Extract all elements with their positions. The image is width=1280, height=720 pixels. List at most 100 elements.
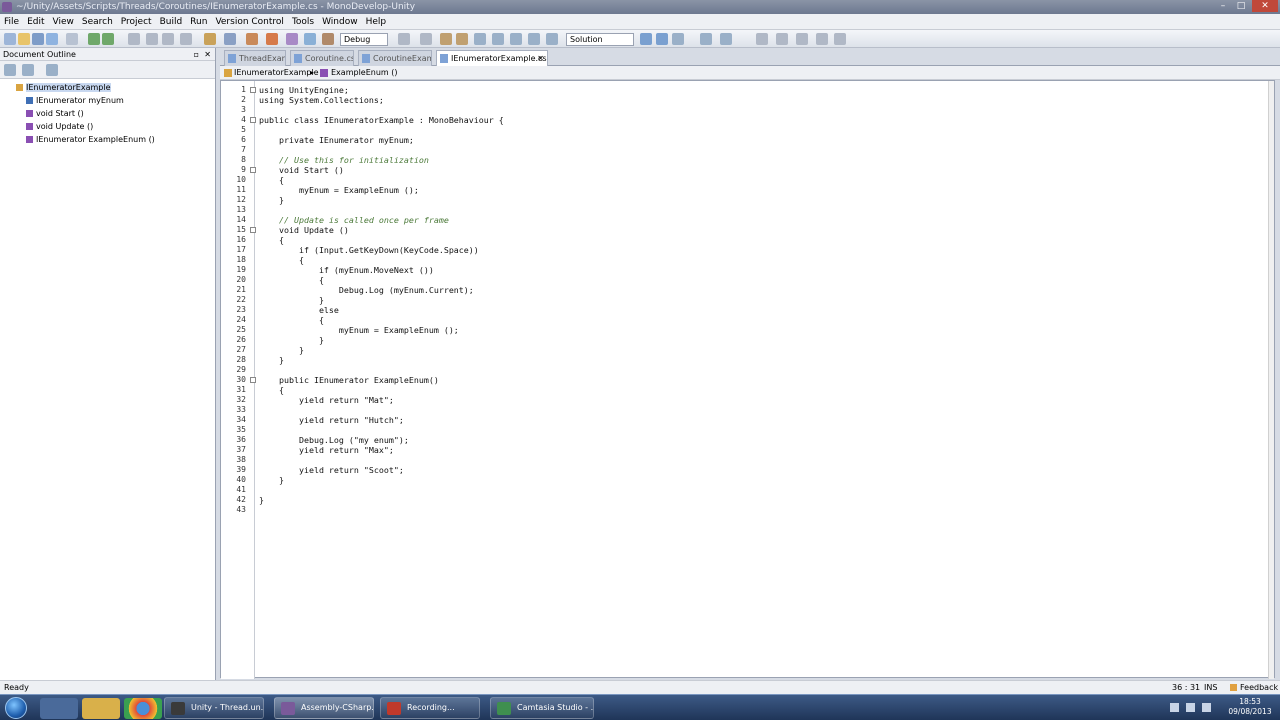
volume-icon[interactable] xyxy=(1202,703,1211,712)
menu-search[interactable]: Search xyxy=(78,14,117,30)
code-line: // Update is called once per frame xyxy=(259,215,449,225)
network-icon[interactable] xyxy=(1186,703,1195,712)
indent-icon[interactable] xyxy=(492,33,504,45)
start-button[interactable] xyxy=(5,697,27,719)
build-icon[interactable] xyxy=(204,33,216,45)
menu-window[interactable]: Window xyxy=(318,14,362,30)
bookmark-icon[interactable] xyxy=(456,33,468,45)
run-icon[interactable] xyxy=(266,33,278,45)
solution-dropdown[interactable]: Solution xyxy=(566,33,634,46)
minimize-button[interactable]: – xyxy=(1214,0,1232,12)
attach-icon[interactable] xyxy=(304,33,316,45)
close-window-button[interactable]: ✕ xyxy=(1252,0,1278,12)
outline-item[interactable]: IEnumeratorExample xyxy=(0,81,215,94)
tab-ienumeratorexample-cs[interactable]: IEnumeratorExample.cs ✕ xyxy=(436,50,548,66)
layout-icon[interactable] xyxy=(720,33,732,45)
new-file-icon[interactable] xyxy=(4,33,16,45)
fold-toggle-icon[interactable] xyxy=(250,87,256,93)
menu-project[interactable]: Project xyxy=(117,14,156,30)
copy-icon[interactable] xyxy=(146,33,158,45)
taskbar-window-button[interactable]: Unity - Thread.un... xyxy=(164,697,264,719)
outline-item[interactable]: void Update () xyxy=(0,120,215,133)
navigate-back-icon[interactable] xyxy=(672,33,684,45)
outline-item[interactable]: IEnumerator myEnum xyxy=(0,94,215,107)
line-number: 8 xyxy=(241,155,246,164)
step-icon[interactable] xyxy=(322,33,334,45)
cut-icon[interactable] xyxy=(128,33,140,45)
redo-icon[interactable] xyxy=(102,33,114,45)
file-explorer-icon[interactable] xyxy=(82,698,120,719)
uncomment-icon[interactable] xyxy=(546,33,558,45)
next-bookmark-icon[interactable] xyxy=(474,33,486,45)
print-icon[interactable] xyxy=(66,33,78,45)
media-player-icon[interactable] xyxy=(40,698,78,719)
outline-item[interactable]: void Start () xyxy=(0,107,215,120)
tab-coroutine-cs[interactable]: Coroutine.cs xyxy=(290,50,354,66)
remove-icon[interactable] xyxy=(656,33,668,45)
comment-icon[interactable] xyxy=(528,33,540,45)
menu-file[interactable]: File xyxy=(0,14,23,30)
taskbar-window-button[interactable]: Recording... xyxy=(380,697,480,719)
debug-icon[interactable] xyxy=(286,33,298,45)
clean-icon[interactable] xyxy=(246,33,258,45)
feedback-button[interactable]: Feedback xyxy=(1240,681,1278,694)
refactor-icon[interactable] xyxy=(776,33,788,45)
fold-toggle-icon[interactable] xyxy=(250,227,256,233)
outline-sort-icon[interactable] xyxy=(22,64,34,76)
outline-item-label: IEnumerator ExampleEnum () xyxy=(36,135,155,144)
chrome-icon[interactable] xyxy=(124,698,162,719)
path-class[interactable]: IEnumeratorExample xyxy=(234,66,319,80)
line-number: 30 xyxy=(236,375,246,384)
show-hidden-icons-icon[interactable] xyxy=(1170,703,1179,712)
save-all-icon[interactable] xyxy=(46,33,58,45)
delete-icon[interactable] xyxy=(180,33,192,45)
outline-expand-icon[interactable] xyxy=(4,64,16,76)
fold-toggle-icon[interactable] xyxy=(250,167,256,173)
outline-refresh-icon[interactable] xyxy=(46,64,58,76)
paste-icon[interactable] xyxy=(162,33,174,45)
save-icon[interactable] xyxy=(32,33,44,45)
fold-toggle-icon[interactable] xyxy=(250,117,256,123)
menu-version-control[interactable]: Version Control xyxy=(211,14,288,30)
pad-dock-icon[interactable]: ▫ xyxy=(194,48,199,61)
line-number: 29 xyxy=(236,365,246,374)
platform-icon[interactable] xyxy=(398,33,410,45)
code-line: { xyxy=(259,175,284,185)
tab-threadexample-cs[interactable]: ThreadExample.cs xyxy=(224,50,286,66)
editor-vertical-scrollbar[interactable] xyxy=(1268,81,1274,679)
pad-close-icon[interactable]: ✕ xyxy=(204,48,211,61)
navigate-forward-icon[interactable] xyxy=(700,33,712,45)
code-editor[interactable]: 1 2 3 4 5 6 7 8 9 10 11 12 13 14 15 16 17 18 19 20 21 22 23 24 2… xyxy=(220,80,1275,679)
field-icon xyxy=(26,97,33,104)
taskbar-window-button[interactable]: Assembly-CSharp... xyxy=(274,697,374,719)
menu-view[interactable]: View xyxy=(49,14,78,30)
path-member[interactable]: ExampleEnum () xyxy=(331,66,397,80)
toggle-breakpoint-icon[interactable] xyxy=(440,33,452,45)
configuration-dropdown[interactable]: Debug xyxy=(340,33,388,46)
open-file-icon[interactable] xyxy=(18,33,30,45)
menu-edit[interactable]: Edit xyxy=(23,14,48,30)
close-tab-icon[interactable]: ✕ xyxy=(537,51,544,66)
outline-item[interactable]: IEnumerator ExampleEnum () xyxy=(0,133,215,146)
taskbar-window-button[interactable]: Camtasia Studio - ... xyxy=(490,697,594,719)
menu-run[interactable]: Run xyxy=(186,14,211,30)
find-icon[interactable] xyxy=(420,33,432,45)
options-icon[interactable] xyxy=(796,33,808,45)
insert-mode: INS xyxy=(1204,683,1218,692)
extra-tool-icon[interactable] xyxy=(834,33,846,45)
menu-help[interactable]: Help xyxy=(362,14,391,30)
help-icon[interactable] xyxy=(816,33,828,45)
undo-icon[interactable] xyxy=(88,33,100,45)
line-number: 16 xyxy=(236,235,246,244)
rebuild-icon[interactable] xyxy=(224,33,236,45)
menu-build[interactable]: Build xyxy=(156,14,187,30)
maximize-button[interactable]: □ xyxy=(1232,0,1250,12)
fold-toggle-icon[interactable] xyxy=(250,377,256,383)
system-clock[interactable]: 18:53 09/08/2013 xyxy=(1226,697,1274,717)
unindent-icon[interactable] xyxy=(510,33,522,45)
format-icon[interactable] xyxy=(756,33,768,45)
add-icon[interactable] xyxy=(640,33,652,45)
tab-coroutineexample-cs[interactable]: CoroutineExample.cs xyxy=(358,50,432,66)
menu-tools[interactable]: Tools xyxy=(288,14,318,30)
line-number: 15 xyxy=(236,225,246,234)
